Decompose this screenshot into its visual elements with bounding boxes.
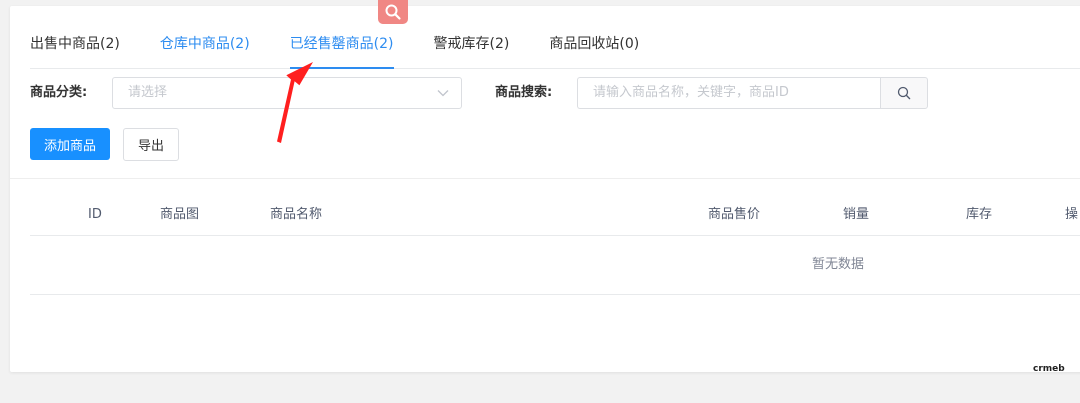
column-header-name: 商品名称 [270,207,323,222]
watermark-logo: crmeb [1033,364,1065,374]
section-divider [10,178,1080,179]
tab-sold-out[interactable]: 已经售罄商品(2) [289,34,394,69]
search-badge[interactable] [378,0,408,24]
column-header-stock: 库存 [966,207,993,222]
column-header-id: ID [88,207,102,222]
category-placeholder: 请选择 [128,85,168,100]
search-label: 商品搜索: [495,85,553,100]
category-label: 商品分类: [30,85,88,100]
tab-stock-alert[interactable]: 警戒库存(2) [434,34,510,68]
table-header: ID 商品图 商品名称 商品售价 销量 库存 操 [30,199,1080,236]
search-icon [897,86,911,100]
column-header-price: 商品售价 [708,207,761,222]
column-header-image: 商品图 [160,207,200,222]
add-product-button[interactable]: 添加商品 [30,128,110,160]
filter-bar: 商品分类: 请选择 商品搜索: 请输入商品名称，关键字，商品ID [30,77,1080,109]
content-card: 出售中商品(2) 仓库中商品(2) 已经售罄商品(2) 警戒库存(2) 商品回收… [10,6,1080,372]
column-header-sales: 销量 [843,207,870,222]
product-status-tabs: 出售中商品(2) 仓库中商品(2) 已经售罄商品(2) 警戒库存(2) 商品回收… [30,34,1080,69]
category-select[interactable]: 请选择 [112,77,462,109]
tab-on-sale[interactable]: 出售中商品(2) [30,34,120,68]
column-header-actions: 操 [1065,207,1079,222]
search-button[interactable] [880,77,928,109]
tab-in-warehouse[interactable]: 仓库中商品(2) [160,34,250,68]
chevron-down-icon [437,90,449,97]
search-input[interactable]: 请输入商品名称，关键字，商品ID [577,77,881,109]
search-icon [385,4,401,20]
search-placeholder: 请输入商品名称，关键字，商品ID [593,85,789,100]
table-empty-row: 暂无数据 [30,235,1080,295]
export-button[interactable]: 导出 [123,128,179,161]
tab-recycle-bin[interactable]: 商品回收站(0) [549,34,639,68]
empty-data-text: 暂无数据 [812,257,865,272]
